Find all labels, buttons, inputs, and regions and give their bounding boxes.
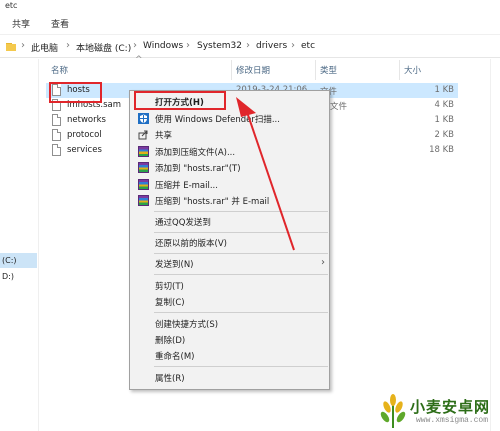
vertical-scrollbar[interactable] (492, 110, 500, 431)
watermark: 小麦安卓网 www.xmsigma.com (374, 392, 500, 431)
view-divider (490, 59, 491, 431)
wheat-logo-icon (380, 394, 406, 428)
watermark-name: 小麦安卓网 (410, 398, 491, 416)
watermark-url: www.xmsigma.com (416, 416, 489, 425)
annotation-arrow (236, 97, 295, 251)
